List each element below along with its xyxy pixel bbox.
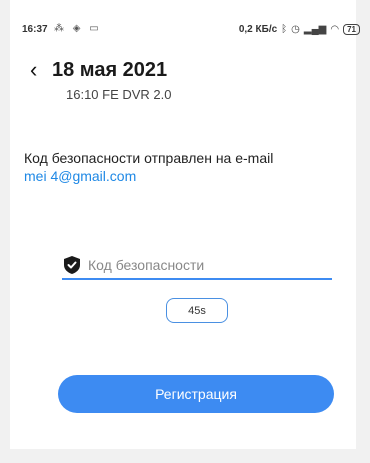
status-right: 0,2 КБ/с ᛒ ◷ ▂▄▆ ◠ 71 [239,24,360,35]
shield-check-icon [64,256,80,274]
notification-icons: ⁂ ◈ ▭ [54,23,102,34]
alarm-icon: ◷ [291,24,300,35]
security-code-input[interactable] [88,254,328,276]
status-time: 16:37 [22,24,48,35]
status-bar: 16:37 ⁂ ◈ ▭ 0,2 КБ/с ᛒ ◷ ▂▄▆ ◠ 71 [22,23,362,40]
resend-timer-button[interactable]: 45s [166,298,228,323]
chevron-left-icon[interactable]: ‹ [30,58,37,82]
frame-left [0,0,10,463]
frame-bottom [0,449,370,463]
security-code-message: Код безопасности отправлен на e-mail [24,150,274,166]
device-subtitle: 16:10 FE DVR 2.0 [66,87,172,102]
network-speed: 0,2 КБ/с [238,24,278,35]
email-address: mei 4@gmail.com [24,168,137,184]
bluetooth-icon: ᛒ [281,24,288,35]
security-code-field [62,254,332,280]
register-button[interactable]: Регистрация [58,375,334,413]
wifi-icon: ◠ [330,24,340,35]
signal-icon: ▂▄▆ [303,24,327,35]
frame-right [356,0,370,463]
page-title: 18 мая 2021 [52,59,168,81]
battery-icon: 71 [343,24,360,35]
